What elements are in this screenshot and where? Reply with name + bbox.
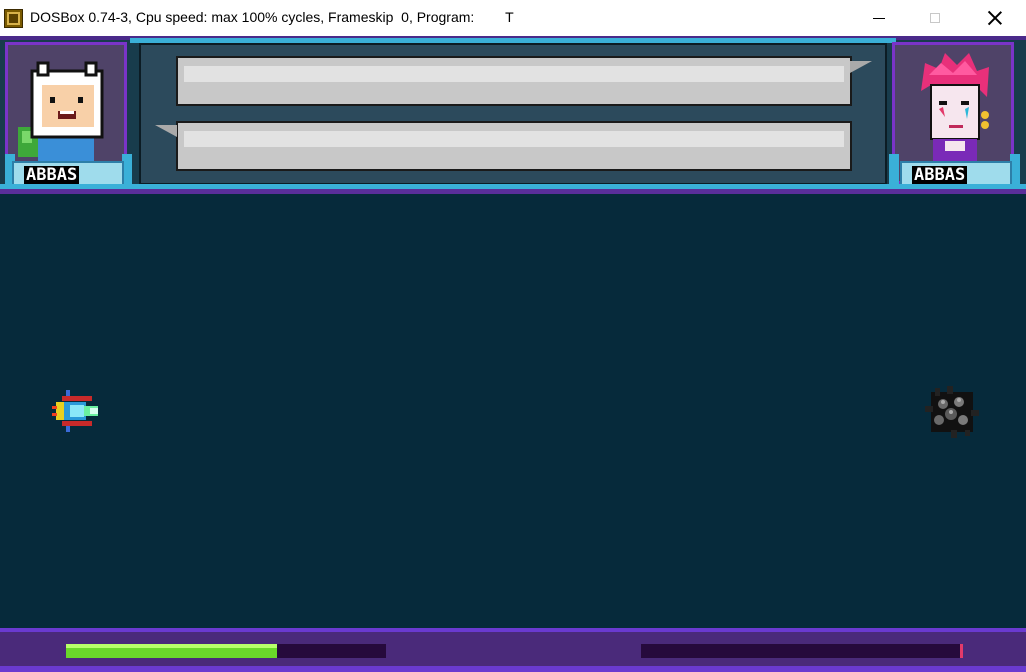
minimize-icon	[873, 17, 885, 19]
top-hud: ABBAS ABBAS	[0, 36, 1026, 194]
left-player-name: ABBAS	[24, 165, 80, 185]
dialogue-bubble-bottom	[176, 121, 852, 171]
bubble-tail-right	[850, 61, 872, 83]
close-icon	[988, 11, 1002, 25]
player-spaceship	[52, 390, 98, 432]
window-title-bar[interactable]: DOSBox 0.74-3, Cpu speed: max 100% cycle…	[0, 0, 1026, 36]
dosbox-icon[interactable]	[4, 9, 23, 28]
game-canvas[interactable]: ABBAS ABBAS	[0, 36, 1026, 672]
window-title: DOSBox 0.74-3, Cpu speed: max 100% cycle…	[30, 9, 514, 25]
dialogue-bubble-top	[176, 56, 852, 106]
right-health-bar	[641, 644, 963, 658]
dialogue-text-bottom	[184, 131, 844, 147]
left-health-bar	[66, 644, 386, 658]
close-button[interactable]	[972, 0, 1018, 36]
bubble-tail-left	[155, 125, 177, 147]
bottom-hud-border-bottom	[0, 666, 1026, 672]
minimize-button[interactable]	[856, 0, 902, 36]
right-player-name: ABBAS	[912, 165, 968, 185]
enemy-spiked-mine	[925, 386, 979, 438]
maximize-button[interactable]	[912, 0, 958, 36]
dialogue-text-top	[184, 66, 844, 82]
left-health-fill	[66, 644, 278, 658]
bottom-hud-border-top	[0, 628, 1026, 632]
maximize-icon	[930, 13, 940, 23]
right-health-fill	[959, 644, 963, 658]
hud-border-bottom	[0, 189, 1026, 194]
